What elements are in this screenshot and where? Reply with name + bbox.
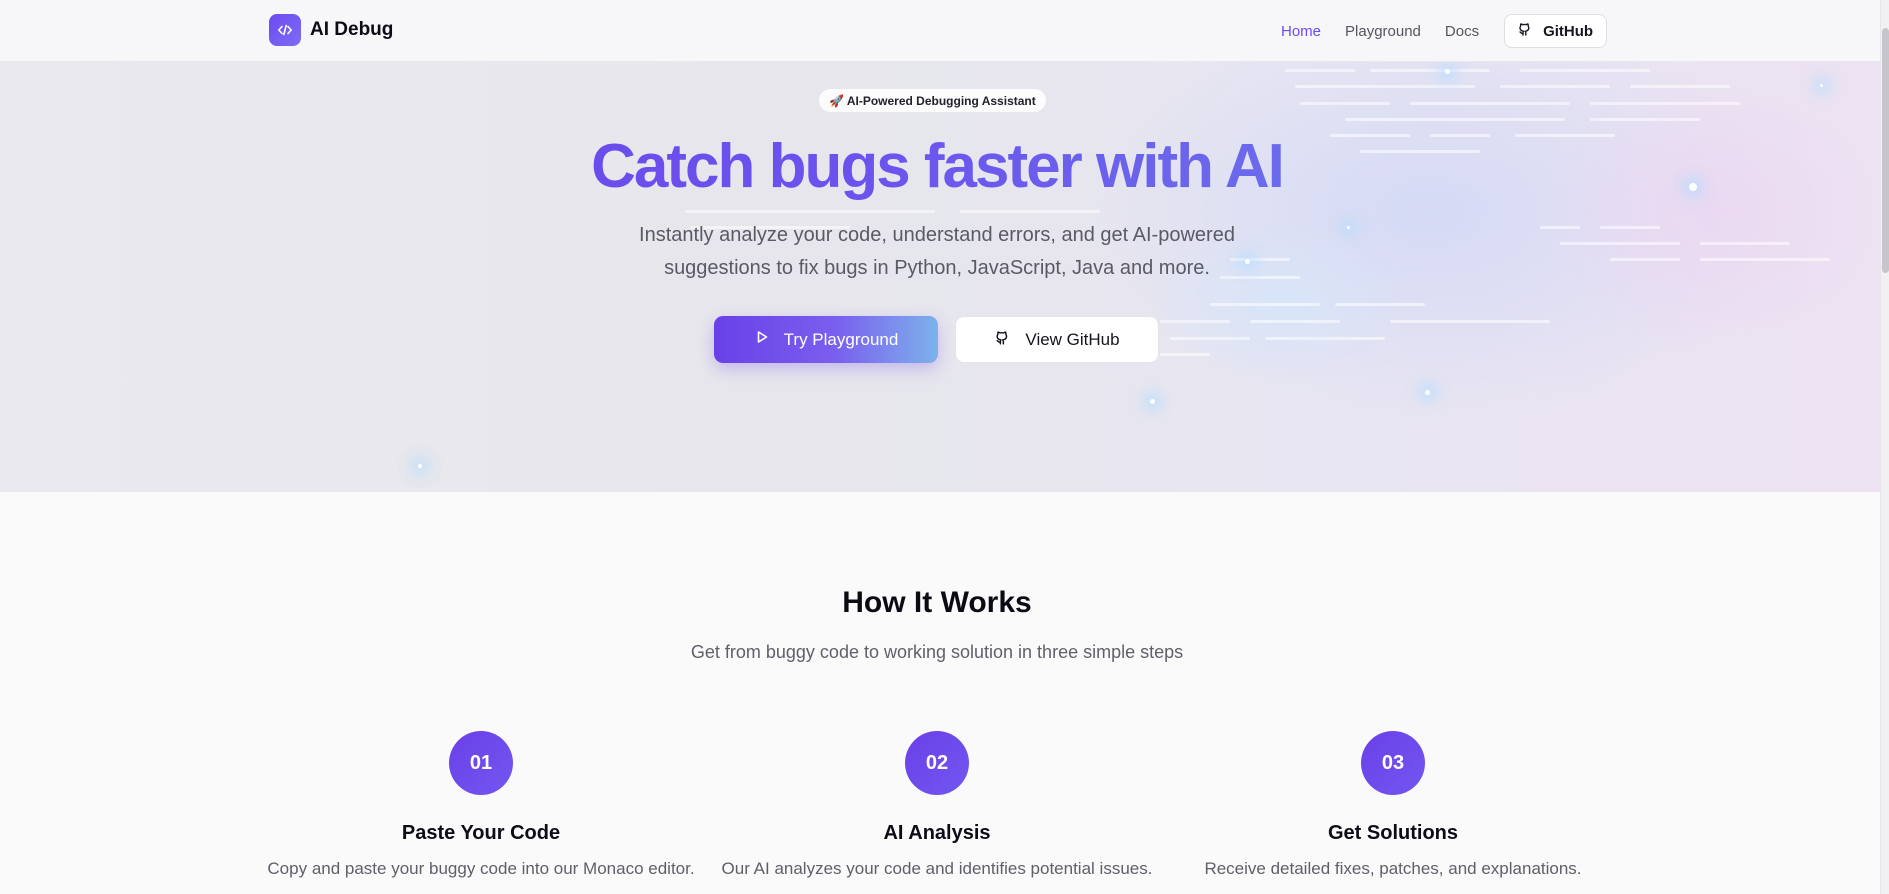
code-icon (269, 14, 301, 46)
github-icon (1517, 21, 1533, 41)
hero-glow (1540, 72, 1880, 352)
nav-link-docs[interactable]: Docs (1445, 23, 1479, 40)
hero-title: Catch bugs faster with AI (0, 130, 1874, 204)
page-scrollbar[interactable] (1880, 0, 1889, 894)
step-description: Our AI analyzes your code and identifies… (721, 859, 1153, 878)
scrollbar-thumb[interactable] (1882, 28, 1889, 273)
top-navbar: AI Debug Home Playground Docs GitHub (0, 0, 1880, 62)
view-github-button[interactable]: View GitHub (955, 316, 1159, 363)
section-title: How It Works (842, 586, 1032, 619)
step-card: 02 AI Analysis Our AI analyzes your code… (709, 731, 1165, 879)
brand-name: AI Debug (310, 19, 394, 40)
hero-badge: 🚀 AI-Powered Debugging Assistant (819, 89, 1046, 112)
step-card: 03 Get Solutions Receive detailed fixes,… (1165, 731, 1621, 879)
nav-links: Home Playground Docs GitHub (1281, 14, 1608, 48)
step-number-badge: 02 (905, 731, 969, 795)
nav-link-home[interactable]: Home (1281, 23, 1321, 40)
try-playground-label: Try Playground (783, 329, 899, 349)
github-icon (994, 329, 1011, 351)
play-icon (754, 329, 770, 350)
github-button[interactable]: GitHub (1504, 14, 1608, 48)
brand[interactable]: AI Debug (269, 14, 393, 46)
view-github-label: View GitHub (1025, 329, 1120, 349)
github-button-label: GitHub (1543, 22, 1594, 40)
step-card: 01 Paste Your Code Copy and paste your b… (253, 731, 709, 879)
step-title: Paste Your Code (401, 822, 561, 844)
step-description: Receive detailed fixes, patches, and exp… (1204, 859, 1582, 878)
hero-subtitle: Instantly analyze your code, understand … (639, 224, 1235, 279)
step-description: Copy and paste your buggy code into our … (267, 859, 695, 878)
section-subtitle: Get from buggy code to working solution … (690, 642, 1184, 662)
page-viewport: AI Debug Home Playground Docs GitHub 🚀 A… (0, 0, 1880, 894)
step-title: Get Solutions (1328, 822, 1458, 844)
step-number-badge: 03 (1361, 731, 1425, 795)
hero-section: 🚀 AI-Powered Debugging Assistant Catch b… (0, 62, 1880, 492)
step-number-badge: 01 (449, 731, 513, 795)
step-title: AI Analysis (883, 822, 991, 844)
nav-link-playground[interactable]: Playground (1345, 23, 1421, 40)
try-playground-button[interactable]: Try Playground (714, 316, 938, 363)
